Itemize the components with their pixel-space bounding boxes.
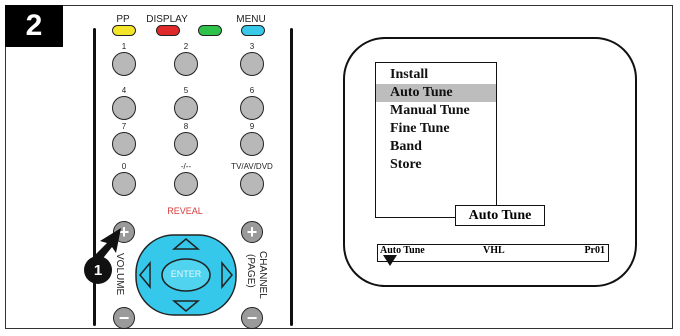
key-label: 3 bbox=[249, 42, 255, 51]
page-label: (PAGE) bbox=[245, 254, 256, 288]
display-red-button[interactable] bbox=[156, 25, 180, 36]
keypad-button[interactable] bbox=[112, 172, 136, 196]
keypad-button[interactable] bbox=[174, 96, 198, 120]
keypad-button[interactable] bbox=[112, 132, 136, 156]
status-program: Pr01 bbox=[584, 245, 605, 256]
install-menu: Install Auto Tune Manual Tune Fine Tune Ban… bbox=[375, 62, 497, 218]
keypad-button[interactable] bbox=[174, 52, 198, 76]
key-label: 5 bbox=[183, 86, 189, 95]
remote-right-edge bbox=[290, 28, 293, 326]
menu-label: MENU bbox=[236, 14, 266, 25]
key-label: 7 bbox=[121, 122, 127, 131]
menu-item[interactable]: Band bbox=[376, 138, 496, 156]
tuning-position-arrow-icon bbox=[383, 255, 397, 266]
key-label: 9 bbox=[249, 122, 255, 131]
menu-item[interactable]: Manual Tune bbox=[376, 102, 496, 120]
channel-down-button[interactable]: − bbox=[241, 307, 263, 329]
keypad-button[interactable] bbox=[174, 172, 198, 196]
key-label: 6 bbox=[249, 86, 255, 95]
keypad-button[interactable] bbox=[174, 132, 198, 156]
key-label: 8 bbox=[183, 122, 189, 131]
menu-title: Install bbox=[390, 67, 429, 82]
key-label: 1 bbox=[121, 42, 127, 51]
keypad-button[interactable] bbox=[240, 172, 264, 196]
status-band: VHL bbox=[483, 245, 505, 256]
channel-label: CHANNEL bbox=[257, 251, 268, 299]
pp-label: PP bbox=[116, 14, 130, 25]
display-label: DISPLAY bbox=[146, 14, 188, 25]
menu-item[interactable]: Auto Tune bbox=[376, 84, 496, 102]
key-label: 4 bbox=[121, 86, 127, 95]
green-button[interactable] bbox=[198, 25, 222, 36]
reveal-label: REVEAL bbox=[167, 206, 203, 216]
keypad-button[interactable] bbox=[112, 52, 136, 76]
key-label: 2 bbox=[183, 42, 189, 51]
channel-up-button[interactable]: + bbox=[241, 221, 263, 243]
menu-item[interactable]: Fine Tune bbox=[376, 120, 496, 138]
step-number-badge: 2 bbox=[5, 5, 63, 47]
menu-cyan-button[interactable] bbox=[241, 25, 265, 36]
pp-yellow-button[interactable] bbox=[112, 25, 136, 36]
enter-button[interactable]: ENTER bbox=[166, 269, 206, 279]
keypad-button[interactable] bbox=[112, 96, 136, 120]
tuning-status-bar: Auto Tune VHL Pr01 bbox=[377, 244, 609, 262]
key-label: TV/AV/DVD bbox=[231, 162, 273, 171]
menu-item[interactable]: Store bbox=[376, 156, 496, 174]
key-label: -/-- bbox=[180, 162, 192, 171]
auto-tune-osd: Auto Tune bbox=[455, 205, 545, 226]
keypad-button[interactable] bbox=[240, 52, 264, 76]
key-label: 0 bbox=[121, 162, 127, 171]
keypad-button[interactable] bbox=[240, 96, 264, 120]
keypad-button[interactable] bbox=[240, 132, 264, 156]
callout-1: 1 bbox=[84, 256, 112, 284]
